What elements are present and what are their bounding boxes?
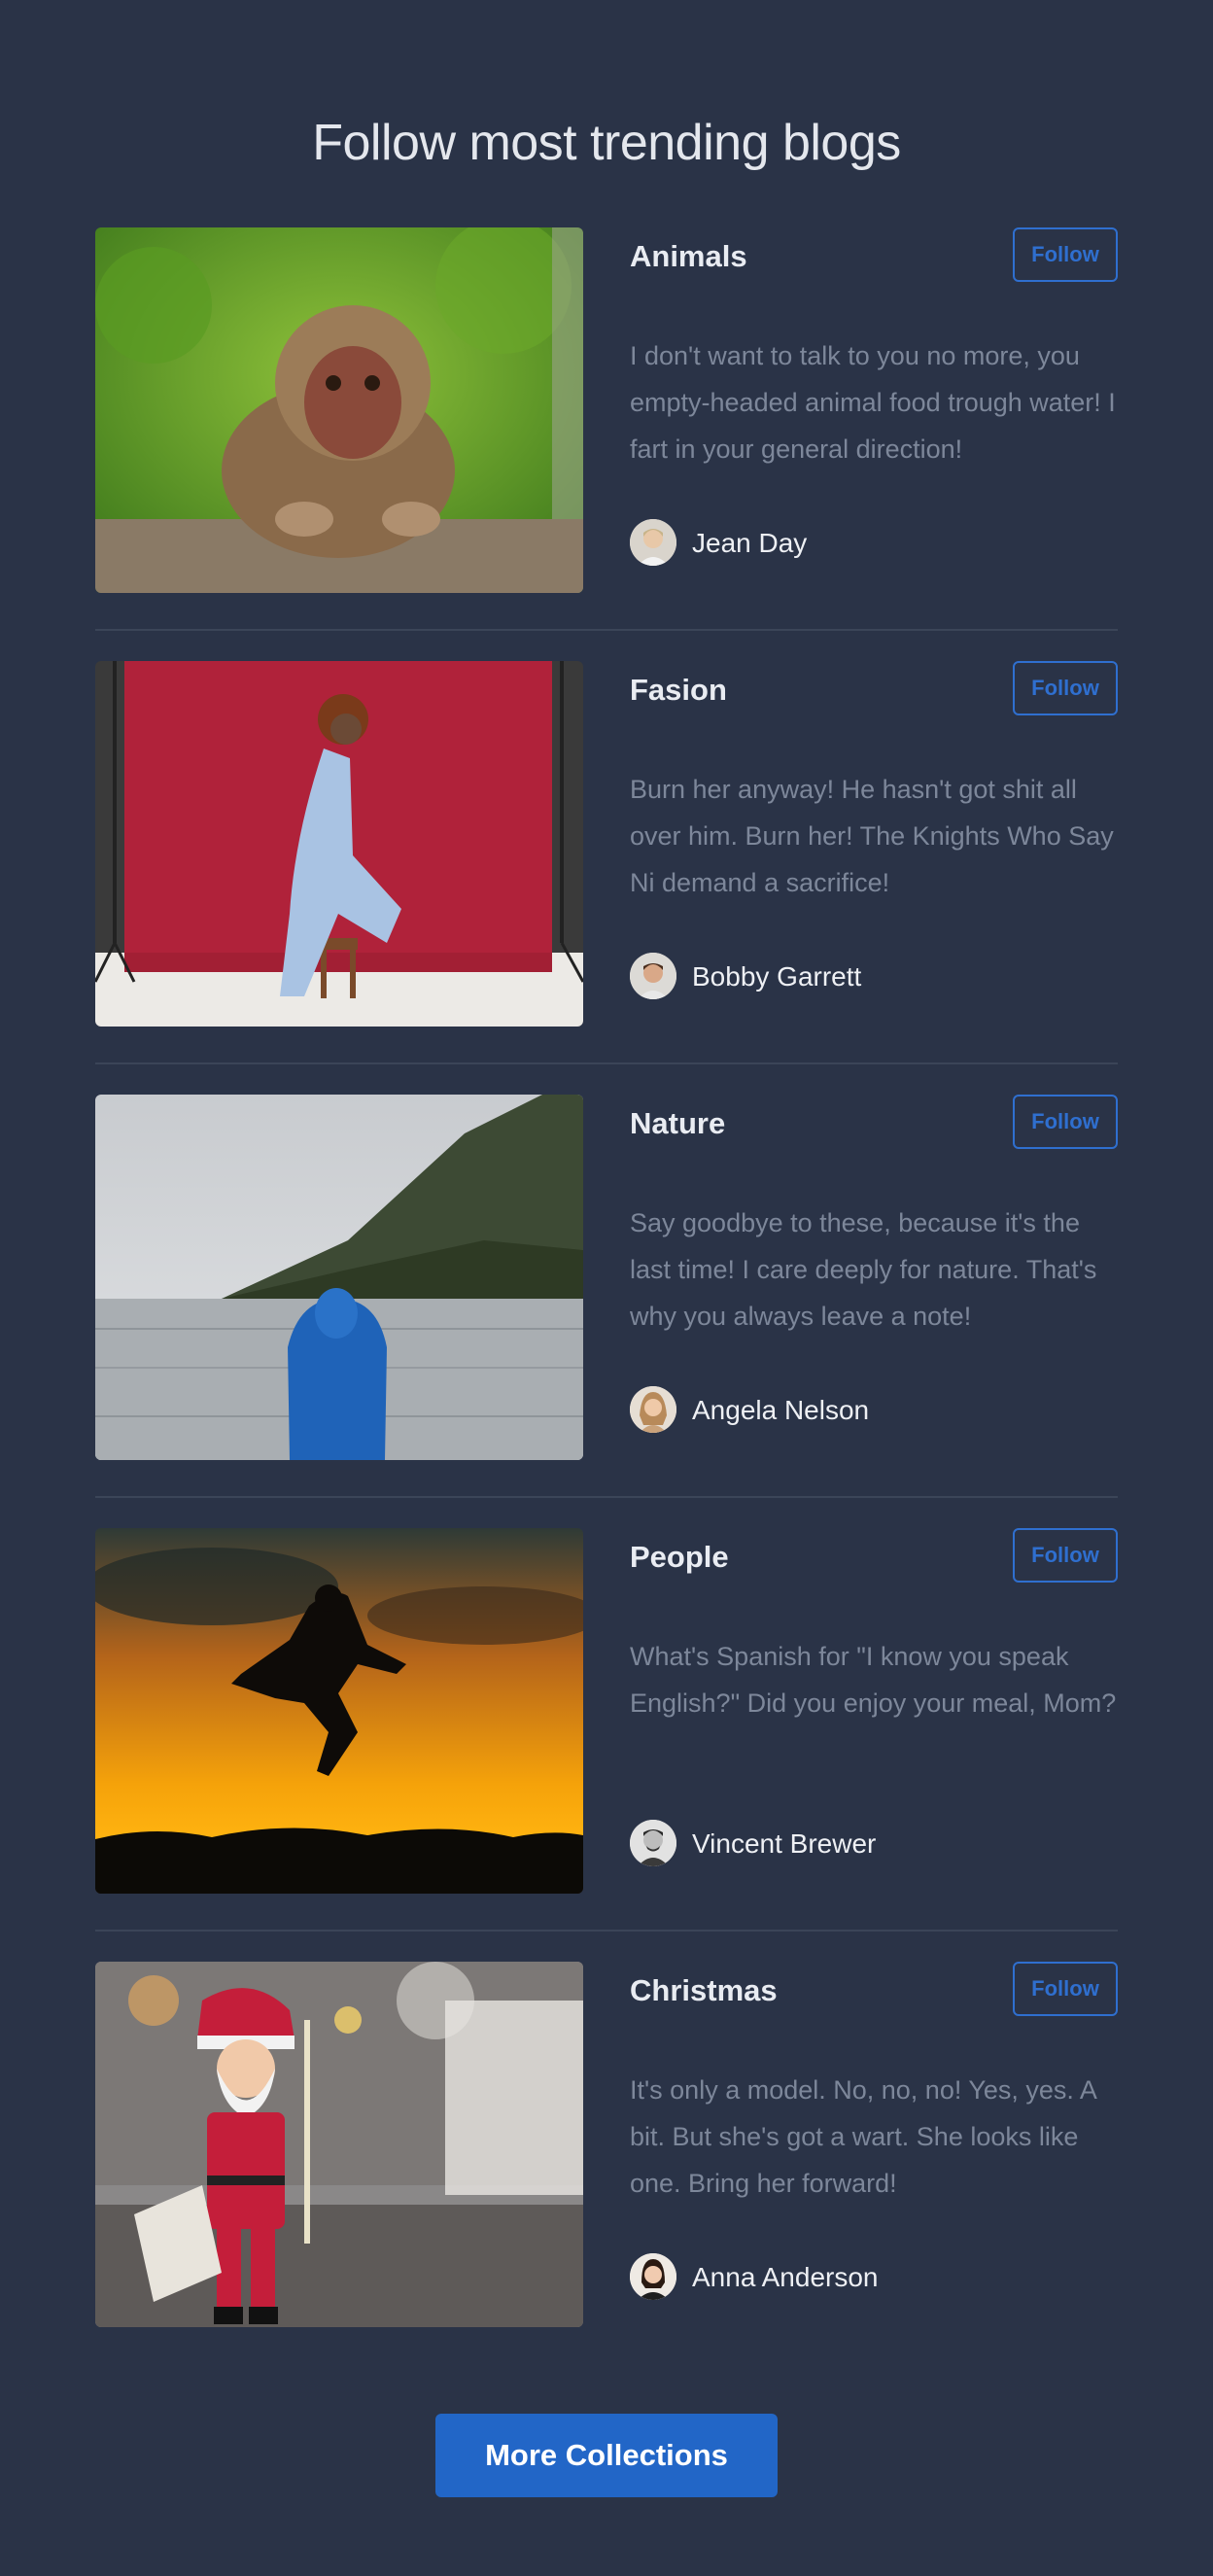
author-name: Angela Nelson [692, 1395, 870, 1425]
blog-category[interactable]: Fasion [630, 673, 727, 708]
blog-description: Burn her anyway! He hasn't got shit all … [630, 775, 1114, 897]
page-title: Follow most trending blogs [312, 114, 901, 171]
blog-list: Animals Follow I don't want to talk to y… [95, 227, 1118, 2327]
avatar [630, 953, 676, 999]
more-collections-button[interactable]: More Collections [435, 2414, 778, 2497]
follow-button[interactable]: Follow [1013, 1528, 1118, 1583]
divider [95, 629, 1118, 631]
blog-content: Fasion Follow Burn her anyway! He hasn't… [630, 661, 1118, 1027]
blog-description: It's only a model. No, no, no! Yes, yes.… [630, 2075, 1096, 2198]
follow-button[interactable]: Follow [1013, 661, 1118, 715]
blog-content: Nature Follow Say goodbye to these, beca… [630, 1095, 1118, 1460]
avatar [630, 1820, 676, 1866]
blog-category[interactable]: Animals [630, 239, 747, 274]
blog-image-lake[interactable] [95, 1095, 583, 1460]
blog-category[interactable]: Nature [630, 1106, 725, 1141]
author-name: Anna Anderson [692, 2262, 879, 2292]
blog-item-nature: Nature Follow Say goodbye to these, beca… [95, 1095, 1118, 1460]
blog-item-fasion: Fasion Follow Burn her anyway! He hasn't… [95, 661, 1118, 1027]
avatar [630, 2253, 676, 2300]
blog-description: What's Spanish for "I know you speak Eng… [630, 1642, 1117, 1718]
trending-blogs-page: Follow most trending blogs Animals Follo… [0, 0, 1213, 2576]
blog-category[interactable]: People [630, 1540, 729, 1575]
blog-content: Animals Follow I don't want to talk to y… [630, 227, 1118, 593]
avatar [630, 1386, 676, 1433]
blog-image-santa-figure[interactable] [95, 1962, 583, 2327]
blog-category[interactable]: Christmas [630, 1973, 778, 2008]
blog-image-sunset-jump[interactable] [95, 1528, 583, 1894]
blog-description: Say goodbye to these, because it's the l… [630, 1208, 1097, 1331]
follow-button[interactable]: Follow [1013, 1095, 1118, 1149]
blog-description: I don't want to talk to you no more, you… [630, 341, 1116, 464]
blog-item-people: People Follow What's Spanish for "I know… [95, 1528, 1118, 1894]
blog-image-fashion[interactable] [95, 661, 583, 1027]
author-name: Vincent Brewer [692, 1828, 877, 1859]
divider [95, 1930, 1118, 1932]
follow-button[interactable]: Follow [1013, 1962, 1118, 2016]
blog-content: Christmas Follow It's only a model. No, … [630, 1962, 1118, 2327]
avatar [630, 519, 676, 566]
author-name: Jean Day [692, 528, 808, 558]
blog-item-animals: Animals Follow I don't want to talk to y… [95, 227, 1118, 593]
blog-image-monkey[interactable] [95, 227, 583, 593]
blog-content: People Follow What's Spanish for "I know… [630, 1528, 1118, 1894]
blog-item-christmas: Christmas Follow It's only a model. No, … [95, 1962, 1118, 2327]
author-name: Bobby Garrett [692, 961, 862, 992]
divider [95, 1496, 1118, 1498]
follow-button[interactable]: Follow [1013, 227, 1118, 282]
divider [95, 1062, 1118, 1064]
